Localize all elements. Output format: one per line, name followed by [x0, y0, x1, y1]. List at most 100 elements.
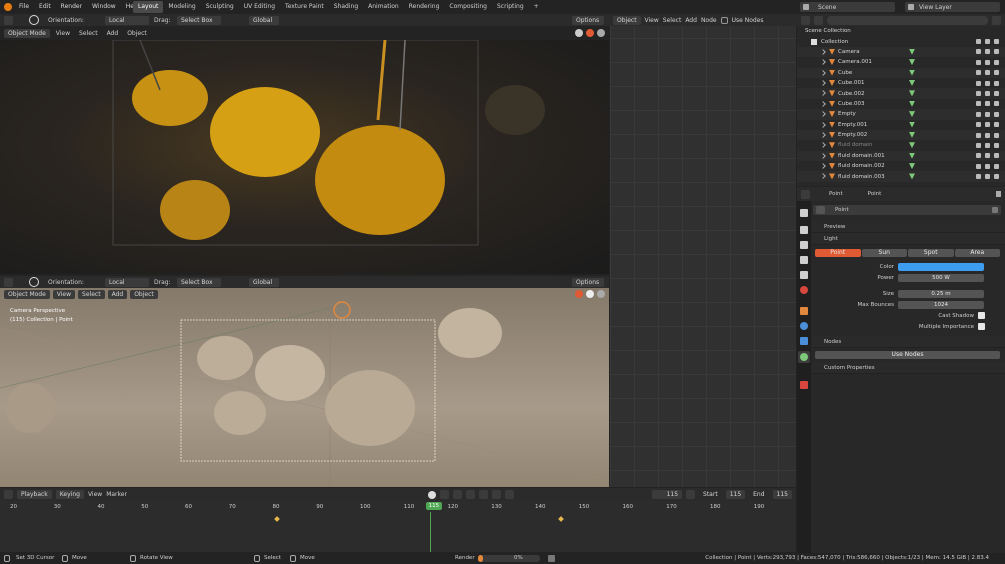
eye-icon[interactable]: [976, 142, 981, 148]
overlay-icon[interactable]: [575, 290, 583, 298]
monitor-icon[interactable]: [985, 174, 990, 180]
use-nodes-checkbox[interactable]: [720, 16, 728, 24]
transform-gizmo-icon[interactable]: [29, 15, 39, 25]
collection-row[interactable]: Collection: [797, 36, 1005, 46]
jump-start-icon[interactable]: [440, 490, 450, 499]
view-layer-selector[interactable]: View Layer: [905, 2, 1000, 12]
visibility-toggles[interactable]: [976, 80, 999, 86]
editor-type-icon[interactable]: [801, 189, 810, 199]
menu-file[interactable]: File: [14, 0, 34, 14]
editor-type-icon[interactable]: [4, 277, 13, 287]
expand-arrow-icon[interactable]: [820, 48, 826, 55]
menu-add[interactable]: Add: [685, 17, 697, 24]
outliner-item[interactable]: Empty: [797, 109, 1005, 120]
menu-add[interactable]: Add: [107, 289, 128, 299]
expand-arrow-icon[interactable]: [820, 90, 826, 97]
shader-editor[interactable]: [610, 14, 796, 487]
world-tab-icon[interactable]: [800, 286, 808, 294]
menu-node[interactable]: Node: [701, 17, 717, 24]
constraints-tab-icon[interactable]: [800, 337, 808, 345]
next-keyframe-icon[interactable]: [492, 490, 502, 499]
playhead-line[interactable]: [429, 512, 431, 552]
monitor-icon[interactable]: [985, 49, 990, 55]
menu-add[interactable]: Add: [104, 30, 122, 37]
view-layer-tab-icon[interactable]: [800, 256, 808, 264]
tab-texture-paint[interactable]: Texture Paint: [280, 1, 329, 13]
eye-icon[interactable]: [976, 59, 981, 65]
monitor-icon[interactable]: [985, 91, 990, 97]
material-shading-icon[interactable]: [597, 290, 605, 298]
end-frame-field[interactable]: 115: [772, 490, 792, 499]
outliner-item[interactable]: Camera.001: [797, 57, 1005, 67]
outliner-item[interactable]: Empty.002: [797, 129, 1005, 141]
visibility-toggles[interactable]: [976, 70, 999, 76]
monitor-icon[interactable]: [985, 142, 990, 148]
scene-collection-row[interactable]: Scene Collection: [797, 26, 1005, 36]
camera-icon[interactable]: [994, 174, 999, 180]
transform-orientation-dropdown[interactable]: Global: [249, 278, 279, 287]
light-panel-header[interactable]: Light: [812, 233, 1005, 245]
options-dropdown[interactable]: Options: [572, 278, 604, 287]
light-type-area-button[interactable]: Area: [954, 249, 1000, 257]
outliner-item[interactable]: Cube: [797, 67, 1005, 78]
transform-orientation-dropdown[interactable]: Global: [249, 16, 279, 25]
rendered-viewport[interactable]: [0, 40, 609, 274]
outliner-item[interactable]: fluid domain.002: [797, 161, 1005, 171]
keyframe-marker[interactable]: [273, 516, 280, 522]
menu-view[interactable]: View: [645, 17, 659, 24]
tab-compositing[interactable]: Compositing: [444, 1, 492, 13]
visibility-toggles[interactable]: [976, 153, 999, 159]
expand-arrow-icon[interactable]: [820, 121, 826, 128]
visibility-toggles[interactable]: [976, 101, 999, 107]
texture-tab-icon[interactable]: [800, 381, 808, 389]
eye-icon[interactable]: [976, 174, 981, 180]
physics-tab-icon[interactable]: [800, 322, 808, 330]
clock-icon[interactable]: [686, 490, 696, 499]
collection-visibility-icons[interactable]: [976, 39, 999, 45]
expand-arrow-icon[interactable]: [820, 111, 826, 117]
light-datablock-field[interactable]: Point: [813, 205, 1001, 215]
visibility-toggles[interactable]: [976, 49, 999, 55]
menu-object[interactable]: Object: [130, 289, 158, 299]
expand-arrow-icon[interactable]: [820, 173, 826, 180]
expand-arrow-icon[interactable]: [820, 163, 826, 169]
expand-arrow-icon[interactable]: [820, 59, 826, 66]
material-shading-icon[interactable]: [597, 29, 605, 37]
monitor-icon[interactable]: [985, 163, 990, 169]
max-bounces-field[interactable]: 1024: [898, 300, 984, 309]
keyframe-marker[interactable]: [558, 516, 564, 522]
camera-icon[interactable]: [994, 132, 999, 138]
monitor-icon[interactable]: [985, 153, 990, 159]
tab-uv-editing[interactable]: UV Editing: [239, 1, 280, 13]
menu-view[interactable]: View: [52, 289, 76, 299]
output-tab-icon[interactable]: [800, 241, 808, 249]
camera-icon[interactable]: [994, 49, 999, 55]
menu-select[interactable]: Select: [78, 289, 105, 299]
tab-animation[interactable]: Animation: [363, 1, 404, 13]
light-datablock-icon[interactable]: [816, 206, 825, 214]
size-field[interactable]: 0.25 m: [898, 289, 984, 298]
camera-icon[interactable]: [994, 142, 999, 148]
power-field[interactable]: 500 W: [898, 273, 984, 282]
scene-tab-icon[interactable]: [800, 271, 808, 279]
tab-shading[interactable]: Shading: [329, 1, 363, 13]
monitor-icon[interactable]: [985, 111, 990, 117]
orientation-dropdown[interactable]: Local: [105, 16, 149, 25]
camera-icon[interactable]: [994, 70, 999, 76]
menu-select[interactable]: Select: [76, 30, 101, 37]
tab-sculpting[interactable]: Sculpting: [201, 1, 239, 13]
monitor-icon[interactable]: [985, 70, 990, 76]
preview-panel-header[interactable]: Preview: [812, 221, 1005, 233]
keying-dropdown[interactable]: Keying: [55, 490, 84, 499]
visibility-toggles[interactable]: [976, 122, 999, 128]
mode-dropdown[interactable]: Object Mode: [4, 289, 50, 299]
visibility-toggles[interactable]: [976, 174, 999, 180]
jump-end-icon[interactable]: [505, 490, 515, 499]
display-mode-icon[interactable]: [814, 15, 823, 25]
editor-type-icon[interactable]: [4, 490, 13, 499]
camera-icon[interactable]: [994, 101, 999, 107]
drag-dropdown[interactable]: Select Box: [177, 16, 221, 25]
pin-icon[interactable]: [996, 191, 1001, 197]
expand-arrow-icon[interactable]: [820, 152, 826, 159]
object-type-dropdown[interactable]: Object: [613, 15, 641, 25]
